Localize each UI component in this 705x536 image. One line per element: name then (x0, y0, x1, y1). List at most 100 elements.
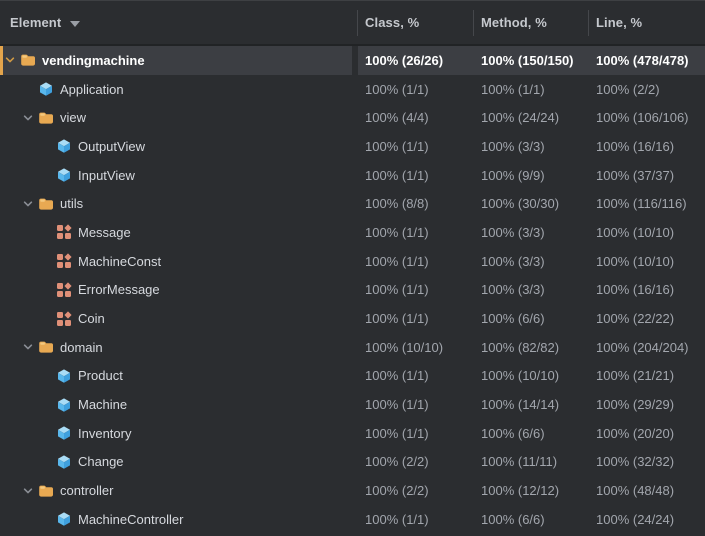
indent-spacer (4, 519, 40, 520)
coverage-cells: 100% (1/1) 100% (6/6) 100% (22/22) (358, 304, 705, 333)
chevron-slot[interactable] (22, 112, 38, 124)
indent-spacer (4, 146, 40, 147)
tree-row-Message[interactable]: Message 100% (1/1) 100% (3/3) 100% (10/1… (0, 218, 705, 247)
tree-row-Application[interactable]: Application 100% (1/1) 100% (1/1) 100% (… (0, 75, 705, 104)
element-cell[interactable]: Coin (0, 304, 352, 333)
element-cell[interactable]: view (0, 103, 352, 132)
chevron-slot[interactable] (22, 198, 38, 210)
tree-row-MachineController[interactable]: MachineController 100% (1/1) 100% (6/6) … (0, 505, 705, 534)
element-cell[interactable]: MachineController (0, 505, 352, 534)
line-coverage-value: 100% (22/22) (589, 304, 705, 333)
element-cell[interactable]: Machine (0, 390, 352, 419)
tree-row-OutputView[interactable]: OutputView 100% (1/1) 100% (3/3) 100% (1… (0, 132, 705, 161)
method-coverage-value: 100% (12/12) (474, 476, 589, 505)
method-coverage-value: 100% (14/14) (474, 390, 589, 419)
element-cell[interactable]: Change (0, 448, 352, 477)
column-header-class[interactable]: Class, % (357, 1, 473, 44)
class-coverage-value: 100% (1/1) (358, 218, 474, 247)
class-coverage-value: 100% (4/4) (358, 103, 474, 132)
element-cell[interactable]: Product (0, 362, 352, 391)
element-label: Change (78, 454, 124, 469)
coverage-panel: Element Class, % Method, % Line, % vendi… (0, 0, 705, 536)
line-coverage-value: 100% (106/106) (589, 103, 705, 132)
column-divider (588, 10, 589, 36)
line-coverage-value: 100% (20/20) (589, 419, 705, 448)
line-coverage-value: 100% (16/16) (589, 132, 705, 161)
tree-row-Machine[interactable]: Machine 100% (1/1) 100% (14/14) 100% (29… (0, 390, 705, 419)
element-cell[interactable]: controller (0, 476, 352, 505)
coverage-cells: 100% (1/1) 100% (3/3) 100% (10/10) (358, 247, 705, 276)
element-cell[interactable]: Application (0, 75, 352, 104)
tree-row-view[interactable]: view 100% (4/4) 100% (24/24) 100% (106/1… (0, 103, 705, 132)
class-coverage-value: 100% (1/1) (358, 419, 474, 448)
chevron-slot[interactable] (22, 485, 38, 497)
indent-spacer (4, 433, 40, 434)
enum-icon (56, 224, 72, 240)
tree-row-Change[interactable]: Change 100% (2/2) 100% (11/11) 100% (32/… (0, 448, 705, 477)
coverage-cells: 100% (1/1) 100% (3/3) 100% (10/10) (358, 218, 705, 247)
tree-row-ErrorMessage[interactable]: ErrorMessage 100% (1/1) 100% (3/3) 100% … (0, 276, 705, 305)
tree-row-domain[interactable]: domain 100% (10/10) 100% (82/82) 100% (2… (0, 333, 705, 362)
class-coverage-value: 100% (1/1) (358, 276, 474, 305)
element-cell[interactable]: Inventory (0, 419, 352, 448)
class-icon (38, 81, 54, 97)
coverage-cells: 100% (1/1) 100% (3/3) 100% (16/16) (358, 276, 705, 305)
indent-spacer (4, 461, 40, 462)
coverage-cells: 100% (2/2) 100% (12/12) 100% (48/48) (358, 476, 705, 505)
element-cell[interactable]: ErrorMessage (0, 276, 352, 305)
class-coverage-value: 100% (26/26) (358, 46, 474, 75)
indent-spacer (4, 318, 40, 319)
method-coverage-value: 100% (3/3) (474, 218, 589, 247)
tree-row-InputView[interactable]: InputView 100% (1/1) 100% (9/9) 100% (37… (0, 161, 705, 190)
tree-row-Coin[interactable]: Coin 100% (1/1) 100% (6/6) 100% (22/22) (0, 304, 705, 333)
element-cell[interactable]: utils (0, 189, 352, 218)
tree-row-vendingmachine[interactable]: vendingmachine 100% (26/26) 100% (150/15… (0, 46, 705, 75)
enum-icon (56, 282, 72, 298)
coverage-cells: 100% (10/10) 100% (82/82) 100% (204/204) (358, 333, 705, 362)
indent-spacer (4, 261, 40, 262)
column-header-method-label: Method, % (481, 15, 547, 30)
tree-row-Inventory[interactable]: Inventory 100% (1/1) 100% (6/6) 100% (20… (0, 419, 705, 448)
indent-spacer (4, 404, 40, 405)
column-header-element-label: Element (10, 15, 61, 30)
class-icon (56, 425, 72, 441)
chevron-down-icon (22, 485, 34, 497)
tree-row-utils[interactable]: utils 100% (8/8) 100% (30/30) 100% (116/… (0, 189, 705, 218)
enum-icon (56, 253, 72, 269)
line-coverage-value: 100% (32/32) (589, 448, 705, 477)
element-cell[interactable]: Message (0, 218, 352, 247)
column-header-element[interactable]: Element (0, 1, 357, 44)
element-cell[interactable]: vendingmachine (0, 46, 352, 75)
element-cell[interactable]: domain (0, 333, 352, 362)
line-coverage-value: 100% (48/48) (589, 476, 705, 505)
method-coverage-value: 100% (3/3) (474, 132, 589, 161)
element-cell[interactable]: MachineConst (0, 247, 352, 276)
column-header-line[interactable]: Line, % (588, 1, 705, 44)
class-coverage-value: 100% (2/2) (358, 476, 474, 505)
tree-row-controller[interactable]: controller 100% (2/2) 100% (12/12) 100% … (0, 476, 705, 505)
element-label: Application (60, 82, 124, 97)
element-label: domain (60, 340, 103, 355)
chevron-slot[interactable] (22, 341, 38, 353)
line-coverage-value: 100% (29/29) (589, 390, 705, 419)
tree-row-MachineConst[interactable]: MachineConst 100% (1/1) 100% (3/3) 100% … (0, 247, 705, 276)
method-coverage-value: 100% (9/9) (474, 161, 589, 190)
tree-row-Product[interactable]: Product 100% (1/1) 100% (10/10) 100% (21… (0, 362, 705, 391)
sort-indicator-icon[interactable] (70, 21, 80, 27)
method-coverage-value: 100% (11/11) (474, 448, 589, 477)
folder-icon (20, 52, 36, 68)
folder-icon (38, 196, 54, 212)
element-label: ErrorMessage (78, 282, 160, 297)
element-label: Machine (78, 397, 127, 412)
chevron-slot[interactable] (4, 54, 20, 66)
line-coverage-value: 100% (2/2) (589, 75, 705, 104)
chevron-down-icon (22, 341, 34, 353)
indent-spacer (4, 289, 40, 290)
element-cell[interactable]: OutputView (0, 132, 352, 161)
class-coverage-value: 100% (1/1) (358, 362, 474, 391)
column-header-method[interactable]: Method, % (473, 1, 588, 44)
folder-icon (38, 339, 54, 355)
enum-icon (56, 311, 72, 327)
element-cell[interactable]: InputView (0, 161, 352, 190)
indent-spacer (4, 175, 40, 176)
